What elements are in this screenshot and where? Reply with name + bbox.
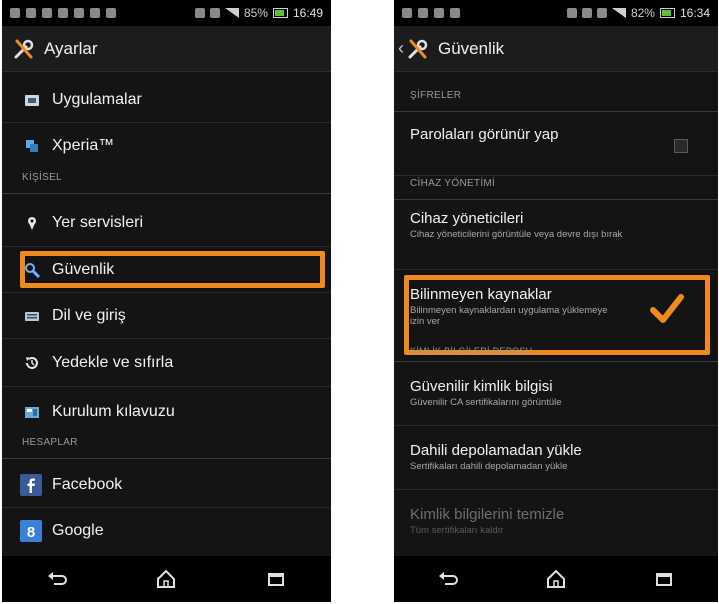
back-arrow-icon	[47, 572, 67, 585]
settings-item-label: Uygulamalar	[52, 90, 142, 108]
status-bar: 85% 16:49	[2, 0, 331, 26]
settings-item-label: Dil ve giriş	[52, 306, 126, 324]
section-header-passwords: ŞİFRELER	[394, 90, 718, 112]
account-item-label: Google	[52, 522, 104, 539]
wifi-icon	[209, 8, 220, 18]
setting-subtitle: Sertifikaları dahili depolamadan yükle	[410, 461, 568, 472]
navigation-bar	[2, 556, 331, 602]
bluetooth-icon	[194, 8, 205, 18]
location-pin-icon	[28, 216, 36, 230]
setting-title: Güvenilir kimlik bilgisi	[410, 378, 553, 395]
settings-screen: 85% 16:49 Ayarlar Uygulamalar Xperia™ Kİ…	[2, 0, 331, 602]
notification-icon	[434, 8, 444, 18]
clock: 16:34	[679, 6, 710, 20]
settings-tools-icon[interactable]	[406, 37, 430, 61]
security-screen: 82% 16:34 ‹ Güvenlik ŞİFRELER Parolaları…	[394, 0, 718, 602]
status-bar: 82% 16:34	[394, 0, 718, 26]
setting-title: Kimlik bilgilerini temizle	[410, 506, 565, 523]
notification-icons	[402, 8, 567, 18]
setting-visible-passwords[interactable]: Parolaları görünür yap	[394, 114, 718, 176]
xperia-icon	[26, 140, 38, 152]
notification-icon	[10, 8, 20, 18]
notification-icon	[450, 8, 460, 18]
section-header-accounts: HESAPLAR	[2, 437, 331, 459]
backup-restore-icon	[26, 356, 38, 369]
settings-item-setup-guide[interactable]: Kurulum kılavuzu	[2, 387, 331, 437]
action-bar: Ayarlar	[2, 26, 331, 72]
setting-install-from-storage[interactable]: Dahili depolamadan yükle Sertifikaları d…	[394, 428, 718, 490]
recent-apps-button[interactable]	[261, 567, 291, 591]
battery-icon	[659, 8, 675, 18]
back-arrow-icon	[439, 572, 458, 585]
image-icon	[418, 8, 428, 18]
apps-icon	[25, 94, 39, 106]
page-title: Güvenlik	[438, 38, 505, 58]
settings-item-xperia[interactable]: Xperia™	[2, 123, 331, 169]
home-icon	[547, 569, 565, 588]
google-icon: 8	[20, 520, 42, 542]
settings-tools-icon[interactable]	[12, 37, 36, 61]
section-header-device-admin: CİHAZ YÖNETİMİ	[394, 178, 718, 200]
image-icon	[90, 8, 100, 18]
page-title: Ayarlar	[44, 38, 98, 58]
setting-title: Cihaz yöneticileri	[410, 210, 524, 227]
section-header-credentials: KİMLİK BİLGİLERİ DEPOSU	[394, 346, 718, 362]
home-button[interactable]	[541, 567, 571, 591]
setting-subtitle: Cihaz yöneticilerini görüntüle veya devr…	[410, 229, 623, 240]
settings-item-label: Yer servisleri	[52, 213, 143, 231]
facebook-icon	[20, 473, 42, 496]
navigation-bar	[394, 556, 718, 602]
settings-item-backup[interactable]: Yedekle ve sıfırla	[2, 339, 331, 387]
settings-item-location[interactable]: Yer servisleri	[2, 199, 331, 247]
home-button[interactable]	[151, 567, 181, 591]
back-button[interactable]	[433, 567, 463, 591]
setting-subtitle: Tüm sertifikaları kaldır	[410, 525, 504, 536]
back-chevron-icon[interactable]: ‹	[398, 38, 404, 59]
clock: 16:49	[292, 6, 323, 20]
svg-text:8: 8	[27, 524, 35, 541]
settings-item-apps[interactable]: Uygulamalar	[2, 77, 331, 123]
account-item-facebook[interactable]: Facebook	[2, 462, 331, 508]
highlight-frame	[20, 251, 325, 288]
notification-icon	[58, 8, 68, 18]
back-button[interactable]	[42, 567, 72, 591]
highlight-frame	[404, 275, 710, 355]
account-item-label: Facebook	[52, 475, 123, 493]
notification-icon	[402, 8, 412, 18]
home-icon	[157, 569, 176, 588]
settings-item-label: Kurulum kılavuzu	[52, 403, 175, 420]
action-bar[interactable]: ‹ Güvenlik	[394, 26, 718, 72]
setting-title: Parolaları görünür yap	[410, 126, 559, 143]
setup-guide-icon	[25, 407, 39, 418]
notification-icons	[10, 8, 195, 18]
message-icon	[42, 8, 52, 18]
setting-device-admins[interactable]: Cihaz yöneticileri Cihaz yöneticilerini …	[394, 202, 718, 270]
settings-item-label: Yedekle ve sıfırla	[52, 353, 174, 371]
settings-item-label: Xperia™	[52, 137, 115, 154]
recent-apps-icon	[656, 573, 672, 586]
battery-icon	[272, 8, 288, 18]
account-item-google[interactable]: 8 Google	[2, 508, 331, 554]
recent-apps-icon	[268, 573, 285, 586]
image-icon	[106, 8, 116, 18]
signal-icon	[224, 8, 239, 18]
setting-subtitle: Güvenilir CA sertifikalarını görüntüle	[410, 397, 562, 408]
signal-icon	[611, 8, 626, 18]
setting-title: Dahili depolamadan yükle	[410, 442, 582, 459]
settings-item-language[interactable]: Dil ve giriş	[2, 293, 331, 339]
usb-icon	[26, 8, 36, 18]
setting-clear-credentials: Kimlik bilgilerini temizle Tüm sertifika…	[394, 492, 718, 554]
notification-icon	[74, 8, 84, 18]
section-header-personal: KİŞİSEL	[2, 172, 331, 194]
setting-trusted-credentials[interactable]: Güvenilir kimlik bilgisi Güvenilir CA se…	[394, 364, 718, 426]
battery-percent: 85%	[243, 6, 268, 20]
alarm-icon	[596, 8, 607, 18]
heart-icon	[566, 8, 577, 18]
keyboard-icon	[25, 311, 39, 321]
bluetooth-icon	[581, 8, 592, 18]
battery-percent: 82%	[630, 6, 655, 20]
recent-apps-button[interactable]	[649, 567, 679, 591]
visible-passwords-checkbox[interactable]	[674, 139, 688, 153]
